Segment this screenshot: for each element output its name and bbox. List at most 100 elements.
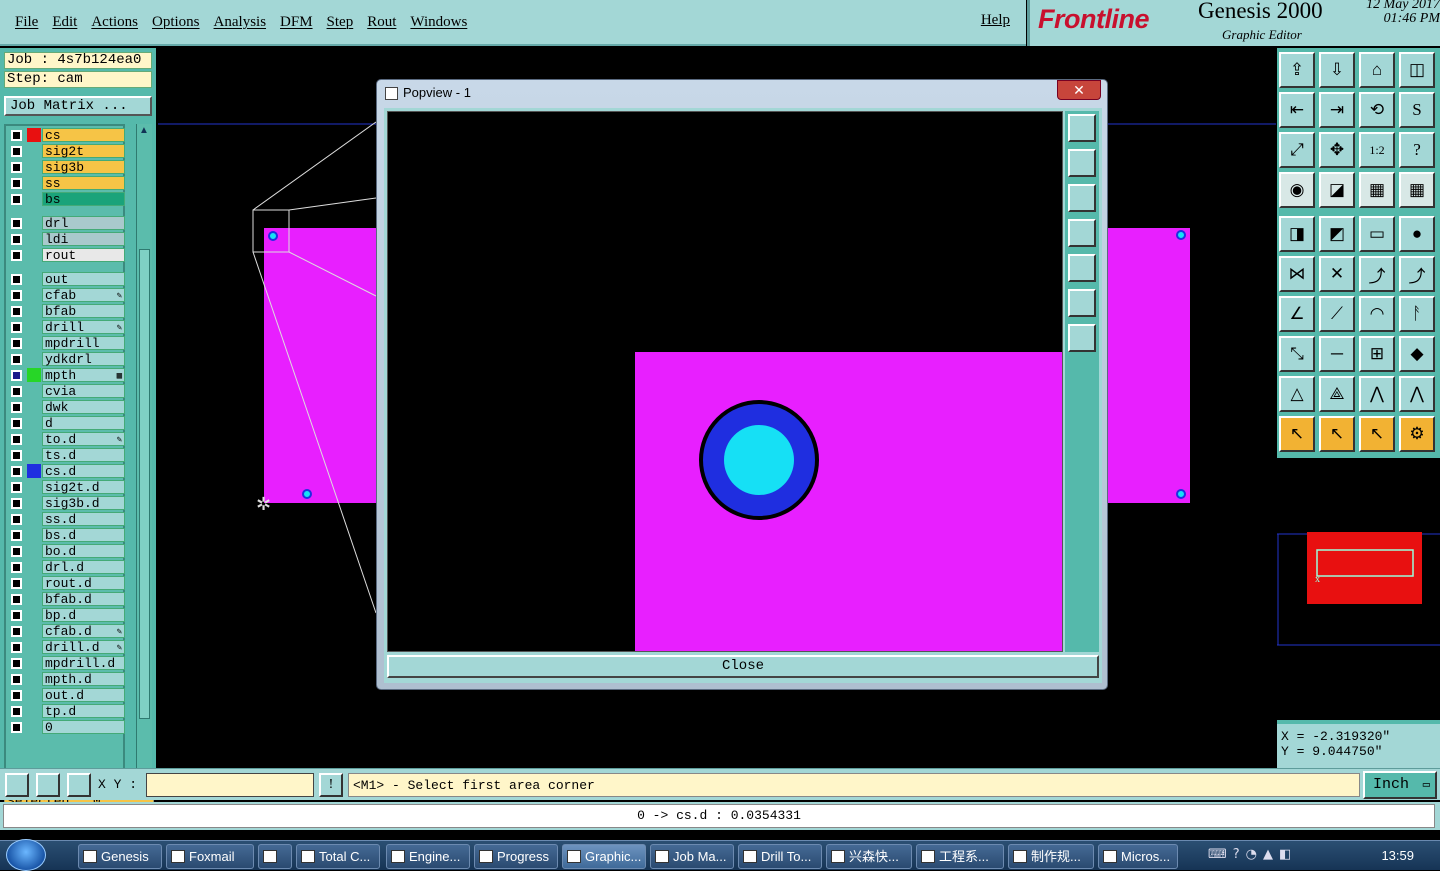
taskbar-item[interactable]: Foxmail [166,844,254,869]
layer-name[interactable]: ss [42,176,125,190]
layer-row[interactable]: d [8,416,125,431]
layer-row[interactable]: to.d ✎ [8,432,125,447]
layer-row[interactable]: mpdrill [8,336,125,351]
layer-checkbox[interactable] [11,418,22,429]
route-icon[interactable]: ⚙ [1399,416,1435,452]
layer-checkbox[interactable] [11,498,22,509]
connect-icon[interactable]: ⋈ [1279,256,1315,292]
zoom-out-icon[interactable] [1068,184,1096,212]
layer-row[interactable]: out.d [8,688,125,703]
layer-row[interactable]: rout [8,248,125,263]
help-icon[interactable]: ? [1399,132,1435,168]
pointer-icon[interactable]: ↖ [1279,416,1315,452]
menu-help[interactable]: Help [981,12,1010,29]
layer-row[interactable]: out [8,272,125,287]
arc-3-icon[interactable]: ⋀ [1359,376,1395,412]
layer-row[interactable]: ss [8,176,125,191]
zoom-home-icon[interactable]: ⇪ [1279,52,1315,88]
layer-name[interactable]: cs.d [42,464,125,478]
resize-icon[interactable]: ⊞ [1359,336,1395,372]
zoom-area-icon[interactable]: ◫ [1399,52,1435,88]
move-2-icon[interactable]: ⤴ [1399,256,1435,292]
pad-icon[interactable]: ● [1399,216,1435,252]
layer-checkbox[interactable] [11,482,22,493]
menu-analysis[interactable]: Analysis [214,14,267,31]
layer-checkbox[interactable] [11,434,22,445]
measure-icon[interactable]: ◉ [1279,172,1315,208]
taskbar-item[interactable]: Drill To... [738,844,822,869]
layer-name[interactable]: out.d [42,688,125,702]
layer-checkbox[interactable] [11,194,22,205]
layer-checkbox[interactable] [11,562,22,573]
zoom-window-icon[interactable]: ⇩ [1319,52,1355,88]
taskbar-item[interactable]: Engine... [386,844,470,869]
layer-name[interactable]: sig3b [42,160,125,174]
taskbar-item[interactable]: Progress [474,844,558,869]
layer-row[interactable]: bfab [8,304,125,319]
layer-checkbox[interactable] [11,514,22,525]
layer-name[interactable]: drill.d ✎ [42,640,125,654]
layer-name[interactable]: ts.d [42,448,125,462]
polygon-2-icon[interactable]: ⟁ [1319,376,1355,412]
layer-row[interactable]: rout.d [8,576,125,591]
layer-name[interactable]: rout [42,248,125,262]
layer-name[interactable]: d [42,416,125,430]
layer-row[interactable]: bo.d [8,544,125,559]
layer-row[interactable]: sig2t [8,144,125,159]
layer-scrollbar[interactable]: ▲ ▼ [136,124,152,790]
pan-left-icon[interactable] [1068,219,1096,247]
layer-row[interactable]: mpth ▦ [8,368,125,383]
zoom-reset-icon[interactable]: ⌂ [1359,52,1395,88]
layer-row[interactable]: bfab.d [8,592,125,607]
fit-icon[interactable] [1068,289,1096,317]
layer-row[interactable]: ydkdrl [8,352,125,367]
layer-name[interactable]: bfab.d [42,592,125,606]
layer-checkbox[interactable] [11,146,22,157]
layer-name[interactable]: bfab [42,304,125,318]
taskbar-item[interactable]: 兴森快... [826,844,912,869]
layer-checkbox[interactable] [11,386,22,397]
taskbar-item[interactable]: Total C... [296,844,380,869]
layer-checkbox[interactable] [11,274,22,285]
layer-checkbox[interactable] [11,642,22,653]
layer-row[interactable]: drl.d [8,560,125,575]
popview-canvas[interactable] [387,111,1063,652]
layer-name[interactable]: sig2t [42,144,125,158]
center-icon[interactable] [1068,324,1096,352]
layer-name[interactable]: cvia [42,384,125,398]
layer-checkbox[interactable] [11,218,22,229]
layer-name[interactable]: to.d ✎ [42,432,125,446]
layer-row[interactable]: sig3b.d [8,496,125,511]
layer-name[interactable]: cfab.d ✎ [42,624,125,638]
layer-name[interactable]: rout.d [42,576,125,590]
taskbar-item[interactable]: Job Ma... [650,844,734,869]
pan-left-icon[interactable]: ⇤ [1279,92,1315,128]
layer-name[interactable]: mpdrill.d [42,656,125,670]
layer-row[interactable]: ss.d [8,512,125,527]
layer-row[interactable]: mpdrill.d [8,656,125,671]
layer-checkbox[interactable] [11,306,22,317]
arc-icon[interactable]: ◠ [1359,296,1395,332]
layer-row[interactable]: cs.d [8,464,125,479]
layer-checkbox[interactable] [11,578,22,589]
menu-actions[interactable]: Actions [91,14,138,31]
menu-step[interactable]: Step [327,14,354,31]
layer-name[interactable]: tp.d [42,704,125,718]
layer-name[interactable]: sig2t.d [42,480,125,494]
zoom-tool-button[interactable] [5,773,29,797]
layer-row[interactable]: drill.d ✎ [8,640,125,655]
layer-name[interactable]: bs [42,192,125,206]
layer-name[interactable]: bo.d [42,544,125,558]
menu-options[interactable]: Options [152,14,200,31]
layer-checkbox[interactable] [11,626,22,637]
fit-icon[interactable]: ⤢ [1279,132,1315,168]
info-icon[interactable]: ! [319,773,343,797]
layer-row[interactable]: bs.d [8,528,125,543]
layer-checkbox[interactable] [11,658,22,669]
layer-checkbox[interactable] [11,178,22,189]
layer-name[interactable]: bs.d [42,528,125,542]
transform-icon[interactable]: ◆ [1399,336,1435,372]
layer-name[interactable]: drl.d [42,560,125,574]
layer-checkbox[interactable] [11,722,22,733]
arc-4-icon[interactable]: ⋀ [1399,376,1435,412]
